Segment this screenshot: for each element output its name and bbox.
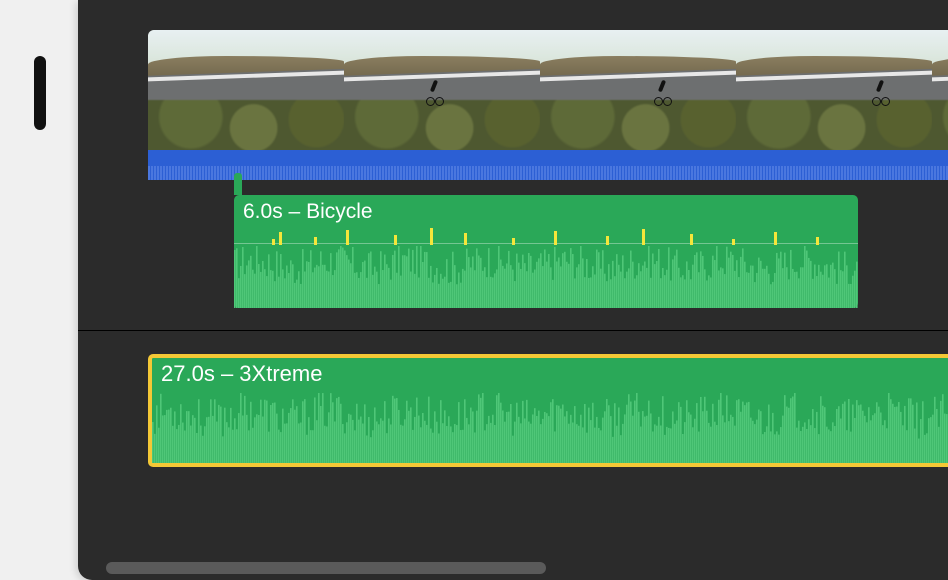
clip-duration: 27.0s xyxy=(161,361,215,386)
track-divider xyxy=(78,330,948,331)
video-clip[interactable] xyxy=(148,30,948,180)
clip-name: 3Xtreme xyxy=(239,361,322,386)
peak-markers xyxy=(234,227,858,245)
audio-waveform xyxy=(234,244,858,308)
label-separator: – xyxy=(215,361,239,386)
video-frame xyxy=(932,30,948,150)
label-separator: – xyxy=(283,200,306,223)
audio-waveform xyxy=(152,391,948,463)
timeline-edge-handle[interactable] xyxy=(34,56,46,130)
clip-connector xyxy=(234,173,242,195)
timeline-panel: 6.0s – Bicycle 27.0s – 3Xtreme xyxy=(78,0,948,580)
video-thumbnails xyxy=(148,30,948,150)
video-frame xyxy=(344,30,540,150)
video-frame xyxy=(540,30,736,150)
video-frame xyxy=(148,30,344,150)
clip-label: 27.0s – 3Xtreme xyxy=(161,361,322,387)
horizontal-scrollbar[interactable] xyxy=(88,562,948,574)
video-audio-waveform[interactable] xyxy=(148,150,948,180)
clip-label: 6.0s – Bicycle xyxy=(243,200,373,224)
audio-clip-bicycle[interactable]: 6.0s – Bicycle xyxy=(234,195,858,308)
video-frame xyxy=(736,30,932,150)
clip-duration: 6.0s xyxy=(243,200,283,223)
clip-name: Bicycle xyxy=(306,200,373,223)
scrollbar-thumb[interactable] xyxy=(106,562,546,574)
audio-clip-3xtreme[interactable]: 27.0s – 3Xtreme xyxy=(148,354,948,467)
